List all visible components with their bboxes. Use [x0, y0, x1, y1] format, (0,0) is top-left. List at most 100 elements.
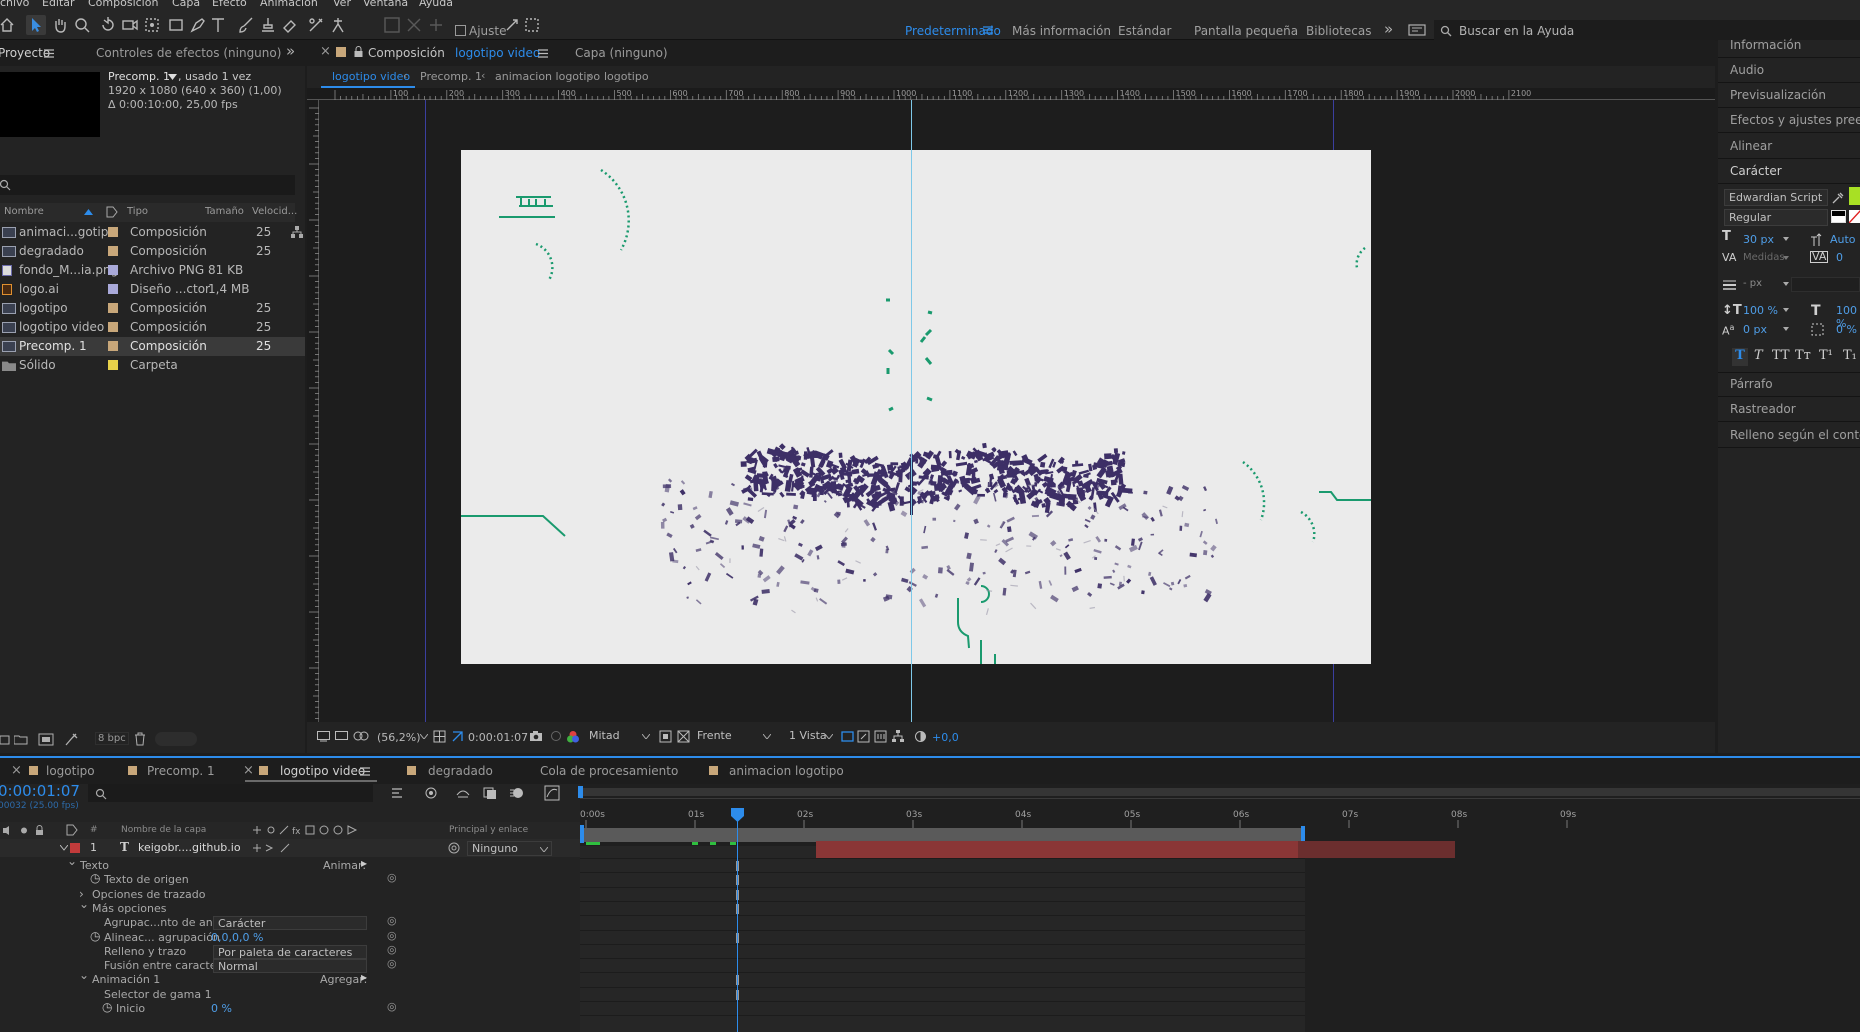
axis-local-icon[interactable] [382, 15, 402, 35]
workspace-bibliotecas[interactable]: Bibliotecas [1306, 24, 1371, 38]
expand-chevron-icon[interactable] [60, 845, 68, 851]
time-ruler[interactable]: 0:00s 01s 02s 03s 04s 05s 06s 07s 08s 09s [580, 798, 1860, 828]
lock-icon[interactable] [354, 46, 363, 58]
layer-switches-icons[interactable] [252, 843, 292, 854]
col-fps[interactable]: Velocid... [252, 206, 297, 217]
kerning-value[interactable]: Medidas [1743, 252, 1785, 263]
font-style-dropdown[interactable]: Regular [1724, 209, 1828, 226]
label-color-swatch[interactable] [108, 360, 118, 370]
current-time-display[interactable]: 0:00:01:07 [468, 731, 528, 744]
work-area-start-handle[interactable] [580, 825, 584, 843]
menu-ventana[interactable]: Ventana [363, 0, 408, 9]
pickwhip-icon[interactable]: ◎ [387, 957, 397, 970]
tracking-value[interactable]: 0 [1836, 251, 1843, 264]
close-tab-icon[interactable]: × [320, 44, 331, 59]
color-channels-icon[interactable] [566, 730, 580, 744]
sync-settings-icon[interactable] [1408, 24, 1426, 36]
interpret-footage-icon[interactable] [0, 735, 10, 745]
layer-row[interactable]: 1 T keigobr....github.io Ninguno [0, 839, 580, 857]
faux-bold-button[interactable]: T [1732, 348, 1748, 366]
av-features-icon[interactable] [2, 825, 52, 836]
tab-composition-prefix[interactable]: Composición [368, 46, 445, 60]
col-name[interactable]: Nombre [4, 206, 44, 217]
tab-effect-controls[interactable]: Controles de efectos (ninguno) [96, 46, 281, 60]
always-preview-icon[interactable] [317, 731, 330, 742]
zoom-navigator-bar[interactable] [580, 788, 1860, 796]
camera-tool-icon[interactable] [120, 15, 140, 35]
tab-degradado[interactable]: degradado [428, 764, 493, 778]
roto-brush-tool-icon[interactable] [306, 15, 326, 35]
tab-layer-viewer[interactable]: Capa (ninguno) [575, 46, 668, 60]
label-color-swatch[interactable] [108, 303, 118, 313]
transparency-grid-icon[interactable] [451, 730, 464, 743]
home-icon[interactable] [0, 15, 17, 35]
pickwhip-icon[interactable]: ◎ [387, 943, 397, 956]
fill-color-swatch[interactable] [1849, 187, 1860, 205]
draft-3d-icon[interactable] [423, 785, 439, 801]
layer-name[interactable]: keigobr....github.io [138, 841, 241, 854]
col-size[interactable]: Tamaño [205, 206, 244, 217]
leading-value[interactable]: Auto [1830, 233, 1856, 246]
label-color-swatch[interactable] [108, 246, 118, 256]
work-area-bar[interactable] [580, 828, 1305, 842]
col-type[interactable]: Tipo [127, 206, 148, 217]
col-layer-name[interactable]: Nombre de la capa [121, 825, 206, 835]
graph-editor-icon[interactable] [544, 785, 560, 801]
vertical-scale-value[interactable]: 100 % [1743, 304, 1778, 317]
stopwatch-icon[interactable]: ◷ [102, 1000, 112, 1014]
pickwhip-icon[interactable]: ◎ [387, 1000, 397, 1013]
chevron-down-icon[interactable] [168, 74, 177, 80]
label-color-swatch[interactable] [108, 341, 118, 351]
rotate-tool-icon[interactable] [98, 15, 118, 35]
tab-animacion-logotipo[interactable]: animacion logotipo [729, 764, 844, 778]
sort-ascending-icon[interactable] [84, 209, 93, 215]
breadcrumb-item-1[interactable]: logotipo video [332, 70, 410, 83]
property-value-dropdown[interactable]: Carácter [213, 916, 367, 931]
menu-ver[interactable]: Ver [333, 0, 351, 9]
project-item[interactable]: Sólido Carpeta [0, 356, 305, 375]
snap-options-icon[interactable] [502, 15, 522, 35]
label-color-swatch[interactable] [108, 284, 118, 294]
superscript-button[interactable]: T¹ [1819, 348, 1833, 363]
label-tag-icon[interactable] [106, 206, 118, 218]
layer-label-swatch[interactable] [70, 843, 80, 853]
workspace-estandar[interactable]: Estándar [1118, 24, 1171, 38]
clone-stamp-tool-icon[interactable] [258, 15, 278, 35]
project-panel-menu-icon[interactable] [44, 49, 54, 58]
menu-efecto[interactable]: Efecto [212, 0, 247, 9]
eyedropper-icon[interactable] [1832, 192, 1844, 204]
puppet-tool-icon[interactable] [328, 15, 348, 35]
view-layout-dropdown[interactable]: 1 Vista [785, 729, 845, 743]
project-item[interactable]: degradado Composición 25 [0, 242, 305, 261]
thumbnail-size-slider[interactable] [155, 732, 197, 746]
reset-exposure-icon[interactable] [914, 730, 927, 743]
layer-duration-bar[interactable] [816, 841, 1298, 858]
stopwatch-icon[interactable]: ◷ [90, 929, 100, 943]
type-tool-icon[interactable] [208, 15, 228, 35]
menu-editar[interactable]: Editar [42, 0, 75, 9]
panel-efectos[interactable]: Efectos y ajustes preestablecidos [1730, 113, 1860, 127]
tab-composition-name[interactable]: logotipo video [455, 46, 540, 60]
expand-chevron-icon[interactable]: ⌄ [79, 897, 89, 911]
new-folder-icon[interactable] [14, 734, 28, 745]
stroke-style-dropdown[interactable] [1791, 277, 1860, 292]
stroke-width-value[interactable]: - px [1743, 278, 1762, 289]
pickwhip-spiral-icon[interactable] [448, 842, 460, 854]
dependency-icon[interactable] [291, 226, 303, 238]
exposure-value[interactable]: +0,0 [932, 731, 959, 744]
menu-ayuda[interactable]: Ayuda [419, 0, 453, 9]
property-value-dropdown[interactable]: Normal [213, 959, 367, 974]
no-stroke-swatch[interactable] [1849, 210, 1860, 223]
shy-layers-icon[interactable] [455, 785, 471, 801]
tab-logotipo[interactable]: logotipo [46, 764, 95, 778]
color-depth-button[interactable]: 8 bpc [95, 732, 129, 745]
pan-behind-tool-icon[interactable] [142, 15, 162, 35]
tsume-value[interactable]: 0 % [1836, 323, 1857, 336]
stopwatch-icon[interactable]: ◷ [90, 871, 100, 885]
selection-tool-icon[interactable] [26, 15, 46, 35]
workspace-pantalla-pequena[interactable]: Pantalla pequeña [1194, 24, 1298, 38]
flowchart-icon[interactable] [891, 729, 905, 743]
project-item[interactable]: logo.ai Diseño ...ctor 1,4 MB [0, 280, 305, 299]
pixel-aspect-icon[interactable] [841, 730, 854, 743]
timeline-link-icon[interactable] [874, 730, 887, 743]
